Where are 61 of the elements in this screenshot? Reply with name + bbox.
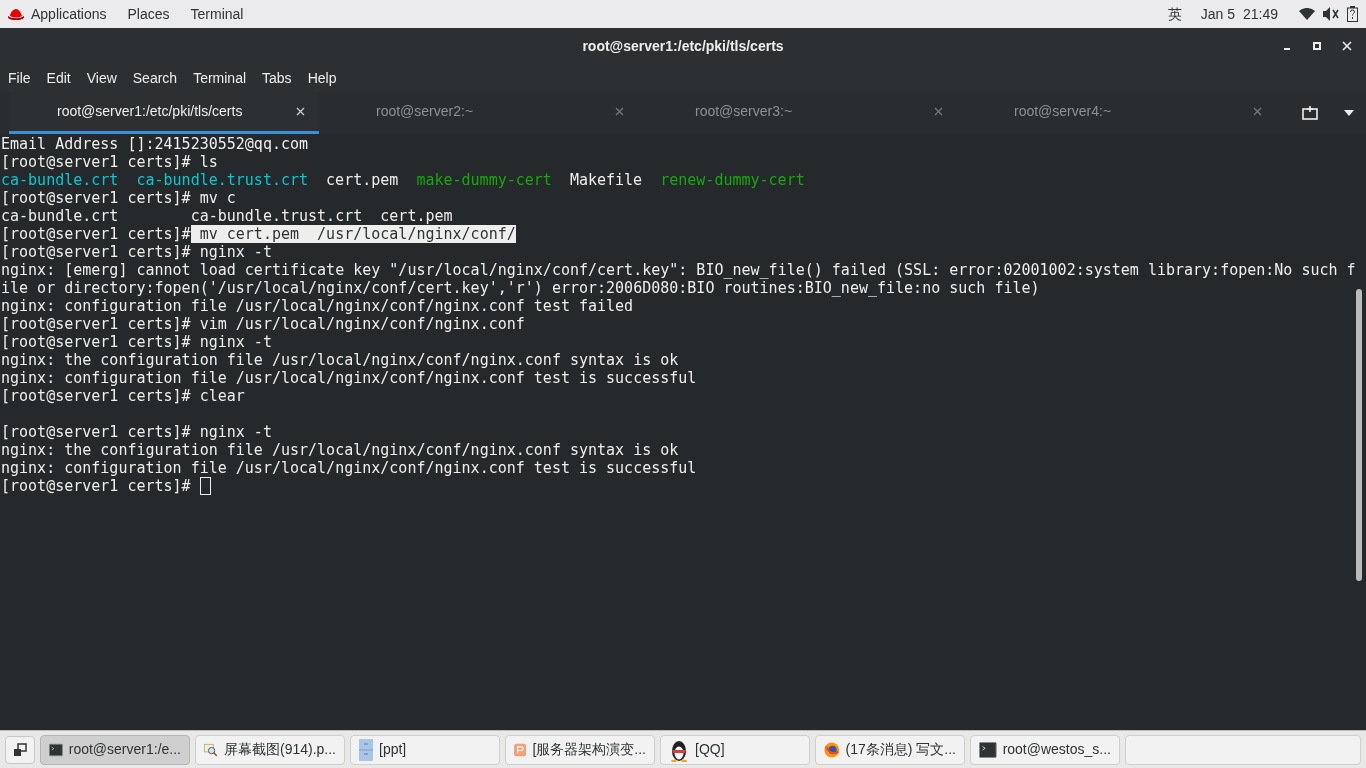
terminal-line: [root@server1 certs]# mv c [1, 189, 237, 207]
menu-item[interactable]: Terminal [193, 67, 247, 89]
terminal-line: nginx: the configuration file /usr/local/nginx/conf/nginx.conf syntax is ok [1, 351, 680, 369]
window-title: root@server1:/etc/pki/tls/certs [582, 36, 784, 56]
close-icon[interactable] [296, 107, 305, 116]
taskbar-button[interactable]: [服务器架构演变... [505, 734, 655, 765]
hat-logo-icon [8, 8, 24, 20]
terminal-line: Email Address []:2415230552@qq.com [1, 135, 310, 153]
terminal-line: [root@server1 certs]# nginx -t [1, 333, 273, 351]
top-menu-item[interactable]: Terminal [190, 3, 244, 25]
show-desktop-button[interactable] [5, 735, 35, 764]
input-method-indicator[interactable]: 英 [1167, 3, 1182, 25]
dropdown-caret-icon[interactable] [1344, 110, 1354, 116]
terminal-line: [root@server1 certs]# ls [1, 153, 219, 171]
workspace-switcher[interactable] [1125, 734, 1361, 765]
terminal-line: ca-bundle.crt ca-bundle.trust.crt cert.pem [1, 207, 454, 225]
menu-item[interactable]: View [86, 67, 117, 89]
terminal-line: nginx: configuration file /usr/local/nginx/conf/nginx.conf test is successful [1, 459, 698, 477]
menu-item[interactable]: Search [132, 67, 178, 89]
taskbar-button[interactable]: root@westos_s... [970, 734, 1120, 765]
file-cabinet-icon [359, 738, 373, 761]
menu-item[interactable]: File [8, 67, 31, 89]
menu-item[interactable]: Tabs [262, 67, 292, 89]
menu-item[interactable]: Help [307, 67, 337, 89]
scrollbar-thumb[interactable] [1356, 289, 1362, 581]
volume-icon[interactable] [1323, 7, 1339, 21]
terminal-line: nginx: [emerg] cannot load certificate key "/usr/local/nginx/conf/cert.key": BIO_new_file() failed (SSL: error:02001002:system library:fopen:No such f [1, 261, 1357, 279]
terminal-line: [root@server1 certs]# mv cert.pem /usr/local/nginx/conf/ [1, 225, 517, 243]
tab-label: root@server4:~ [1014, 102, 1113, 121]
clock-text[interactable]: 21:49 [1242, 3, 1278, 25]
taskbar-button[interactable]: [ppt] [350, 734, 500, 765]
top-menu-item[interactable]: Places [127, 3, 170, 25]
battery-icon[interactable] [1347, 6, 1358, 22]
terminal-tab[interactable]: root@server3:~ [647, 92, 957, 134]
tab-label: root@server2:~ [376, 102, 475, 121]
taskbar-button[interactable]: [QQ] [660, 734, 810, 765]
wifi-icon[interactable] [1299, 8, 1315, 20]
terminal-line: [root@server1 certs]# [1, 477, 1366, 495]
tab-label: root@server3:~ [695, 102, 794, 121]
terminal-line: ca-bundle.crt ca-bundle.trust.crt cert.pem make-dummy-cert Makefile renew-dummy-cert [1, 171, 806, 189]
terminal-line: nginx: configuration file /usr/local/nginx/conf/nginx.conf test failed [1, 297, 635, 315]
terminal-tab[interactable]: root@server4:~ [966, 92, 1276, 134]
maximize-icon[interactable] [1312, 41, 1322, 51]
terminal-line: [root@server1 certs]# nginx -t [1, 423, 273, 441]
windows-icon [13, 742, 27, 757]
terminal-tab[interactable]: root@server2:~ [328, 92, 638, 134]
taskbar-button[interactable]: root@server1:/e... [40, 734, 190, 765]
terminal-line: ile or directory:fopen('/usr/local/nginx/conf/cert.key','r') error:2006D080:BIO routines:BIO_new_file:no such file) [1, 279, 1041, 297]
taskbar-button[interactable]: 屏幕截图(914).p... [195, 734, 345, 765]
taskbar-button[interactable]: (17条消息) 写文... [815, 734, 965, 765]
terminal-line: [root@server1 certs]# clear [1, 387, 246, 405]
date-text[interactable]: Jan 5 [1200, 3, 1235, 25]
top-menu-item[interactable]: Applications [31, 3, 107, 25]
menu-item[interactable]: Edit [46, 67, 71, 89]
terminal-line: nginx: the configuration file /usr/local/nginx/conf/nginx.conf syntax is ok [1, 441, 680, 459]
new-tab-icon[interactable] [1302, 106, 1318, 120]
terminal-line: nginx: configuration file /usr/local/nginx/conf/nginx.conf test is successful [1, 369, 698, 387]
terminal-icon [979, 740, 997, 759]
terminal-line: [root@server1 certs]# nginx -t [1, 243, 273, 261]
tab-label: root@server1:/etc/pki/tls/certs [57, 102, 244, 121]
terminal-line: [root@server1 certs]# vim /usr/local/nginx/conf/nginx.conf [1, 315, 526, 333]
